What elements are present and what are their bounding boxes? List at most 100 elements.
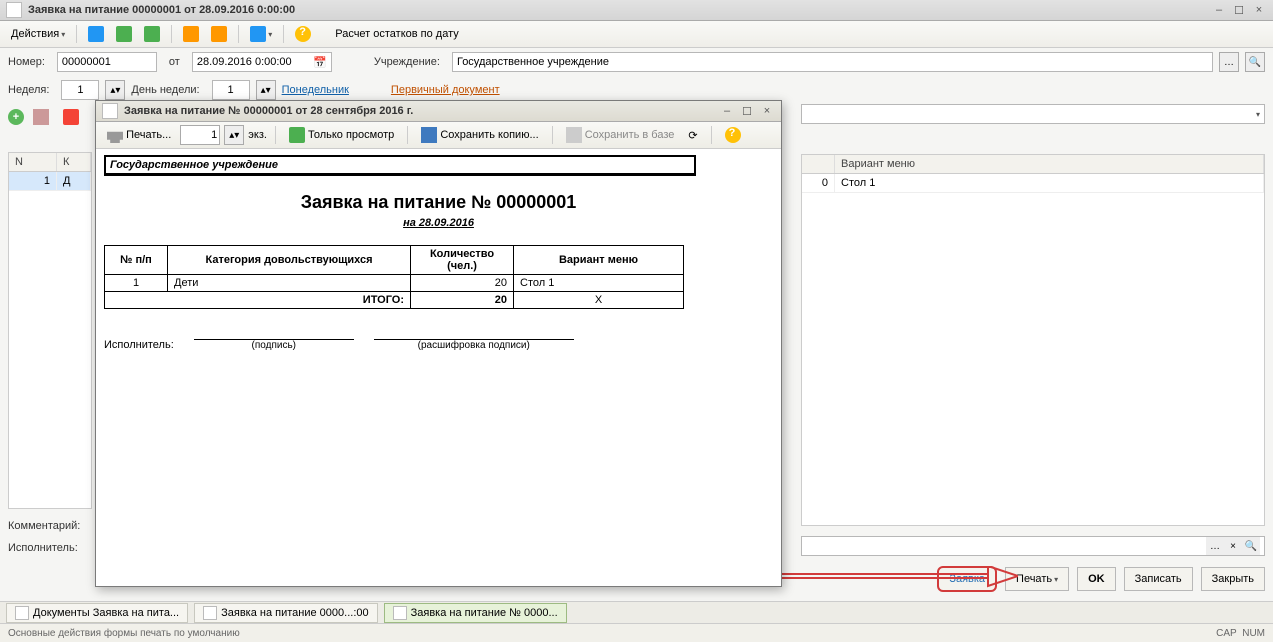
request-button[interactable]: Заявка bbox=[937, 566, 997, 592]
close-button[interactable]: × bbox=[1251, 3, 1267, 17]
view-only-button[interactable]: Только просмотр bbox=[284, 124, 399, 146]
preview-title-text: Заявка на питание № 00000001 от 28 сентя… bbox=[124, 105, 719, 117]
tab-1[interactable]: Документы Заявка на пита... bbox=[6, 603, 188, 623]
left-col-k: К bbox=[57, 153, 91, 171]
toolbar-btn-3[interactable] bbox=[139, 23, 165, 45]
right-top-input[interactable]: ▾ bbox=[801, 104, 1265, 124]
refresh-button[interactable]: ⟳ bbox=[683, 124, 702, 146]
window-tabs: Документы Заявка на пита... Заявка на пи… bbox=[0, 601, 1273, 624]
weekday-input[interactable]: 1 bbox=[212, 80, 250, 100]
grid-btn-3[interactable] bbox=[58, 106, 84, 128]
action-bar: Заявка Печать▾ OK Записать Закрыть bbox=[937, 566, 1265, 592]
save-db-button[interactable]: Сохранить в базе bbox=[561, 124, 680, 146]
ok-button[interactable]: OK bbox=[1077, 567, 1116, 591]
toolbar-btn-2[interactable] bbox=[111, 23, 137, 45]
num-indicator: NUM bbox=[1242, 628, 1265, 639]
toolbar-btn-6[interactable]: ▾ bbox=[245, 23, 277, 45]
tab-2[interactable]: Заявка на питание 0000...:00 bbox=[194, 603, 378, 623]
copies-unit: экз. bbox=[248, 129, 267, 141]
date-input[interactable]: 28.09.2016 0:00:00📅 bbox=[192, 52, 332, 72]
executor-label: Исполнитель: bbox=[8, 542, 78, 554]
number-input[interactable]: 00000001 bbox=[57, 52, 157, 72]
tab-3[interactable]: Заявка на питание № 0000... bbox=[384, 603, 567, 623]
doc-institution-header: Государственное учреждение bbox=[104, 155, 696, 176]
status-hint: Основные действия формы печать по умолча… bbox=[8, 628, 240, 639]
right-grid[interactable]: Вариант меню 0 Стол 1 bbox=[801, 154, 1265, 526]
statusbar: Основные действия формы печать по умолча… bbox=[0, 623, 1273, 642]
actions-dropdown[interactable]: Действия▾ bbox=[6, 23, 70, 45]
signature-row: Исполнитель: (подпись) (расшифровка подп… bbox=[104, 325, 773, 351]
right-grid-row[interactable]: 0 Стол 1 bbox=[802, 174, 1264, 193]
preview-close-button[interactable]: × bbox=[759, 104, 775, 118]
institution-select-button[interactable]: … bbox=[1219, 52, 1239, 72]
preview-print-button[interactable]: Печать... bbox=[102, 124, 176, 146]
preview-body[interactable]: Государственное учреждение Заявка на пит… bbox=[96, 149, 781, 586]
weekday-name-link[interactable]: Понедельник bbox=[282, 84, 349, 96]
print-button[interactable]: Печать▾ bbox=[1005, 567, 1069, 591]
left-grid[interactable]: N К 1 Д bbox=[8, 152, 92, 509]
save-copy-button[interactable]: Сохранить копию... bbox=[416, 124, 543, 146]
weekday-stepper[interactable]: ▴▾ bbox=[256, 80, 276, 100]
table-row: 1 Дети 20 Стол 1 bbox=[105, 275, 684, 292]
form-row-1: Номер: 00000001 от 28.09.2016 0:00:00📅 У… bbox=[0, 48, 1273, 76]
right-clear-button[interactable]: × bbox=[1224, 537, 1242, 555]
from-label: от bbox=[169, 56, 180, 68]
toolbar-btn-5[interactable] bbox=[206, 23, 232, 45]
toolbar-btn-4[interactable] bbox=[178, 23, 204, 45]
table-total-row: ИТОГО: 20 Х bbox=[105, 292, 684, 309]
document-icon bbox=[203, 606, 217, 620]
preview-titlebar: Заявка на питание № 00000001 от 28 сентя… bbox=[96, 101, 781, 122]
save-button[interactable]: Записать bbox=[1124, 567, 1193, 591]
minimize-button[interactable]: – bbox=[1211, 3, 1227, 17]
preview-window: Заявка на питание № 00000001 от 28 сентя… bbox=[95, 100, 782, 587]
right-select-button[interactable]: … bbox=[1206, 537, 1224, 555]
left-col-n: N bbox=[9, 153, 57, 171]
preview-maximize-button[interactable]: ☐ bbox=[739, 104, 755, 118]
main-toolbar: Действия▾ ▾ Расчет остатков по дату bbox=[0, 21, 1273, 48]
help-button[interactable] bbox=[290, 23, 316, 45]
window-title: Заявка на питание 00000001 от 28.09.2016… bbox=[28, 4, 1211, 16]
right-grid-toolbar bbox=[793, 128, 1273, 154]
institution-label: Учреждение: bbox=[374, 56, 440, 68]
week-label: Неделя: bbox=[8, 84, 49, 96]
add-row-button[interactable]: + bbox=[8, 109, 24, 125]
sign-decode-label: (расшифровка подписи) bbox=[374, 340, 574, 351]
cap-indicator: CAP bbox=[1216, 628, 1237, 639]
institution-search-button[interactable]: 🔍 bbox=[1245, 52, 1265, 72]
right-bottom-input[interactable]: … × 🔍 bbox=[801, 536, 1265, 556]
grid-btn-2[interactable] bbox=[28, 106, 54, 128]
th-menu: Вариант меню bbox=[514, 246, 684, 275]
calendar-icon[interactable]: 📅 bbox=[313, 56, 327, 69]
th-cat: Категория довольствующихся bbox=[168, 246, 411, 275]
toolbar-btn-1[interactable] bbox=[83, 23, 109, 45]
right-col-n bbox=[802, 155, 835, 173]
document-icon bbox=[15, 606, 29, 620]
doc-table: № п/п Категория довольствующихся Количес… bbox=[104, 245, 684, 309]
left-grid-row[interactable]: 1 Д bbox=[9, 172, 91, 191]
doc-date: на 28.09.2016 bbox=[104, 217, 773, 229]
preview-help-button[interactable] bbox=[720, 124, 746, 146]
th-num: № п/п bbox=[105, 246, 168, 275]
primary-doc-link[interactable]: Первичный документ bbox=[391, 84, 500, 96]
sign-label: (подпись) bbox=[194, 340, 354, 351]
right-panel: ▾ Вариант меню 0 Стол 1 … × 🔍 bbox=[793, 100, 1273, 560]
right-search-button[interactable]: 🔍 bbox=[1242, 537, 1260, 555]
week-input[interactable]: 1 bbox=[61, 80, 99, 100]
th-qty: Количество (чел.) bbox=[411, 246, 514, 275]
document-icon bbox=[102, 103, 118, 119]
preview-toolbar: Печать... 1 ▴▾ экз. Только просмотр Сохр… bbox=[96, 122, 781, 149]
number-label: Номер: bbox=[8, 56, 45, 68]
week-stepper[interactable]: ▴▾ bbox=[105, 80, 125, 100]
close-form-button[interactable]: Закрыть bbox=[1201, 567, 1265, 591]
calc-remains-button[interactable]: Расчет остатков по дату bbox=[330, 23, 464, 45]
preview-minimize-button[interactable]: – bbox=[719, 104, 735, 118]
bottom-labels: Комментарий: Исполнитель: bbox=[8, 515, 86, 559]
comment-label: Комментарий: bbox=[8, 520, 80, 532]
copies-input[interactable]: 1 bbox=[180, 125, 220, 145]
document-icon bbox=[393, 606, 407, 620]
institution-input[interactable]: Государственное учреждение bbox=[452, 52, 1213, 72]
maximize-button[interactable]: ☐ bbox=[1231, 3, 1247, 17]
copies-stepper[interactable]: ▴▾ bbox=[224, 125, 244, 145]
right-col-menu: Вариант меню bbox=[835, 155, 1264, 173]
document-icon bbox=[6, 2, 22, 18]
